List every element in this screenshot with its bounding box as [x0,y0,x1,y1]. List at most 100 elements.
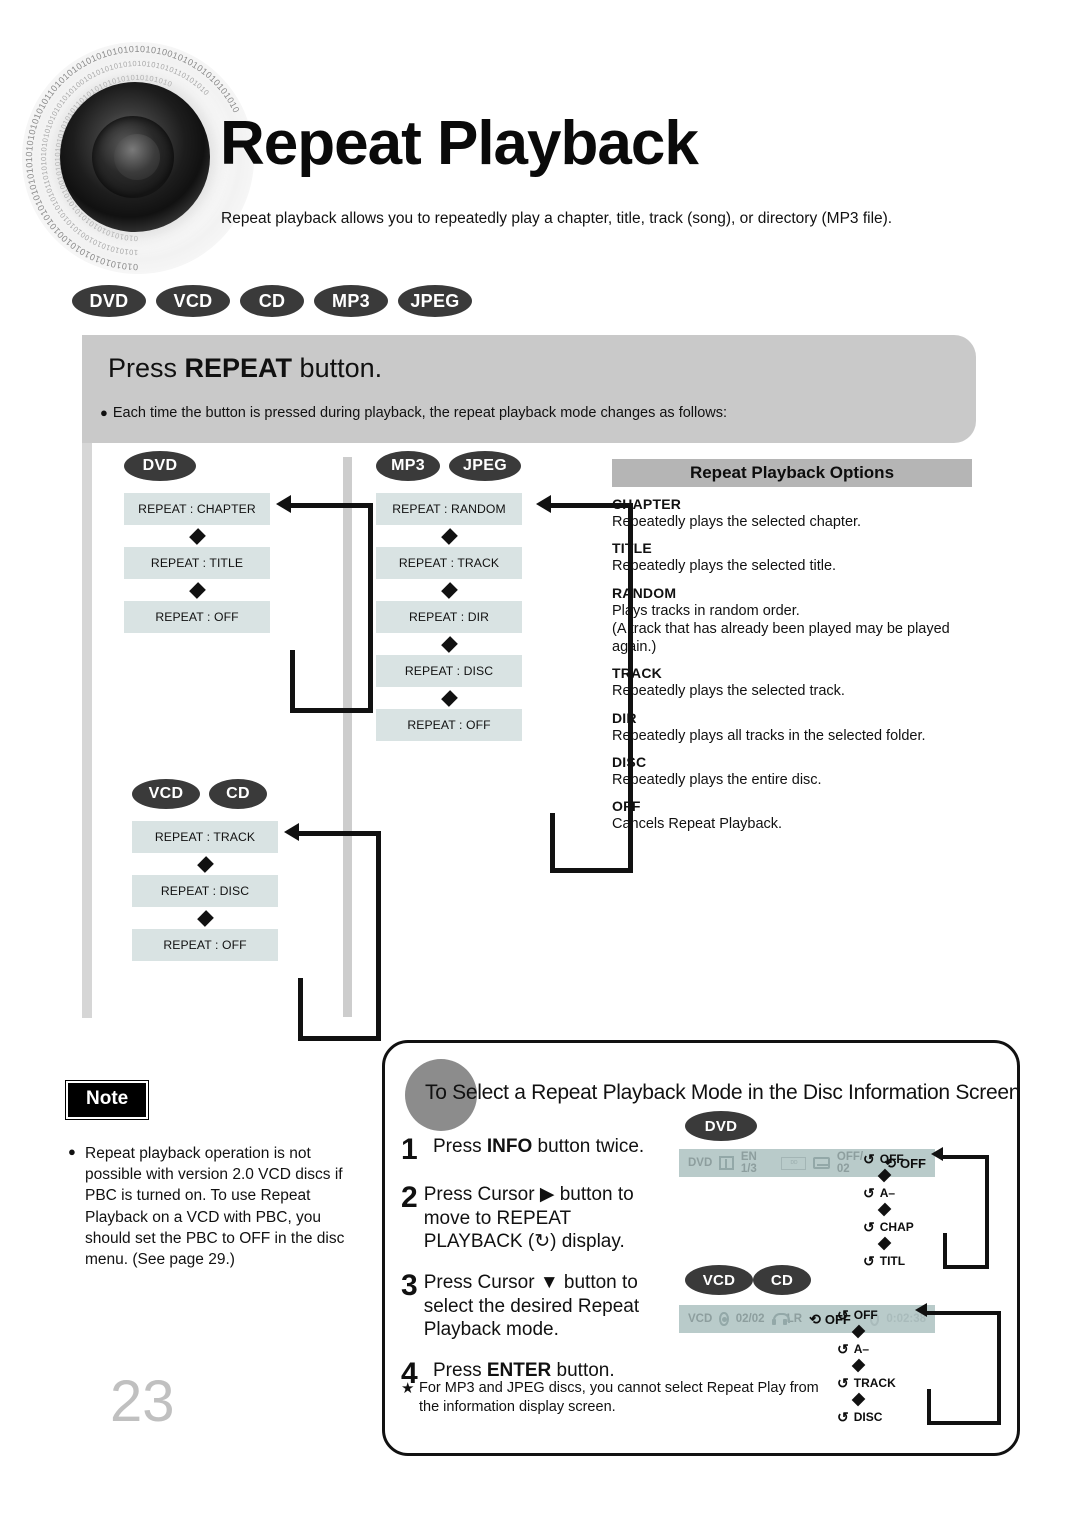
dvd-repeat-cycle: ↺ OFF ↺ A– ↺ CHAP ↺ TITL [863,1149,914,1270]
flow-step: REPEAT : DIR [376,601,522,633]
flow-mp3-jpeg-badges: MP3 JPEG [376,451,522,481]
flow-step: REPEAT : TRACK [376,547,522,579]
note-bullet-icon: ● [68,1144,76,1159]
media-badge-vcd: VCD [132,779,200,809]
instruction-bullet: ● Each time the button is pressed during … [100,405,727,421]
option-desc: Cancels Repeat Playback. [612,816,783,833]
subtitle-icon [813,1157,830,1169]
headphone-icon [771,1313,791,1325]
note-text: ● Repeat playback operation is not possi… [68,1143,368,1270]
option-term: OFF [612,798,641,815]
media-badge-cd: CD [209,779,267,809]
disc-info-screen-box: To Select a Repeat Playback Mode in the … [382,1040,1020,1456]
flow-step: REPEAT : CHAPTER [124,493,270,525]
option-desc: Repeatedly plays the selected chapter. [612,514,862,530]
camera-angle-icon [719,1156,734,1170]
option-term: CHAPTER [612,496,682,512]
flow-arrow-diamond-icon [132,907,278,929]
option-desc: Repeatedly plays all tracks in the selec… [612,727,926,744]
step-3-number: 3 [401,1269,418,1302]
osd-dvd-disc-type: DVD [688,1157,713,1169]
cycle-arrow-diamond-icon [837,1392,896,1407]
flow-step: REPEAT : DISC [132,875,278,907]
flow-dvd-steps: REPEAT : CHAPTER REPEAT : TITLE REPEAT : O… [124,493,270,633]
flow-step: REPEAT : RANDOM [376,493,522,525]
media-badge-row: DVD VCD CD MP3 JPEG [72,285,472,317]
page-title: Repeat Playback [220,109,699,178]
option-item: DIR Repeatedly plays all tracks in the se… [612,710,972,745]
option-item: TITLE Repeatedly plays the selected title… [612,540,972,575]
options-list: CHAPTER Repeatedly plays the selected cha… [612,496,972,833]
step-2: 2 Press Cursor ▶ button to move to REPEA… [401,1183,651,1254]
vcd-repeat-cycle: ↺ OFF ↺ A– ↺ TRACK ↺ DISC [837,1305,896,1426]
media-badge-cd: CD [240,285,304,317]
option-term: RANDOM [612,584,677,601]
option-desc: Plays tracks in random order. (A track th… [612,602,950,656]
media-badge-mp3: MP3 [314,285,388,317]
option-term: DIR [612,709,637,726]
instruction-bullet-text: Each time the button is pressed during p… [112,405,728,421]
option-item: RANDOM Plays tracks in random order. (A tr… [612,585,972,657]
repeat-cycle-item: ↺ OFF [837,1305,896,1324]
flow-dvd: DVD REPEAT : CHAPTER REPEAT : TITLE REPEAT… [124,451,270,633]
step-1-text: Press INFO button twice. [433,1136,645,1157]
repeat-cycle-label: DISC [853,1409,883,1424]
repeat-cycle-label: CHAP [879,1219,914,1234]
flow-step: REPEAT : TRACK [132,821,278,853]
repeat-icon: ↺ [837,1306,849,1323]
repeat-cycle-label: OFF [879,1151,904,1166]
cycle-arrow-diamond-icon [863,1202,914,1217]
vcd-osd-bar: VCD 02/02 LR ⟲ OFF 0:02:38 [679,1305,935,1333]
repeat-icon: ↺ [837,1374,849,1391]
option-desc: Repeatedly plays the entire disc. [612,771,822,788]
footnote-star-icon: ★ [401,1380,415,1397]
media-badge-jpeg: JPEG [449,451,521,481]
note-body: Repeat playback operation is not possibl… [85,1145,345,1269]
flow-diagram-area: DVD REPEAT : CHAPTER REPEAT : TITLE REPEAT… [82,443,976,1041]
flow-step: REPEAT : TITLE [124,547,270,579]
note-box: Note ● Repeat playback operation is not … [68,1083,368,1270]
footnote: ★ For MP3 and JPEG discs, you cannot sel… [401,1379,821,1417]
flow-mp3-jpeg-steps: REPEAT : RANDOM REPEAT : TRACK REPEAT : DI… [376,493,522,741]
repeat-icon: ↺ [863,1184,875,1201]
repeat-cycle-item: ↺ A– [863,1183,914,1202]
repeat-cycle-label: OFF [853,1307,878,1322]
dvd-screen-badges: DVD [685,1111,757,1141]
media-badge-vcd: VCD [685,1265,753,1295]
media-badge-mp3: MP3 [376,451,440,481]
cycle-arrow-diamond-icon [837,1324,896,1339]
column-divider [343,457,352,1017]
media-badge-jpeg: JPEG [398,285,472,317]
instruction-panel: Press REPEAT button. ● Each time the butt… [82,335,976,443]
repeat-options-panel: Repeat Playback Options CHAPTER Repeatedl… [612,459,972,833]
cycle-arrow-diamond-icon [863,1236,914,1251]
repeat-icon: ↺ [863,1218,875,1235]
flow-dvd-badges: DVD [124,451,270,481]
options-heading: Repeat Playback Options [612,459,972,487]
repeat-cycle-label: A– [879,1185,896,1200]
media-badge-cd: CD [753,1265,811,1295]
footnote-text: For MP3 and JPEG discs, you cannot selec… [419,1380,819,1415]
step-3: 3 Press Cursor ▼ button to select the de… [401,1271,651,1342]
flow-vcd-cd: VCD CD REPEAT : TRACK REPEAT : DISC REPEAT … [132,779,278,961]
repeat-icon: ↺ [837,1340,849,1357]
repeat-icon: ↺ [837,1408,849,1425]
page-subtitle: Repeat playback allows you to repeatedly… [221,210,893,227]
dolby-digital-icon: DD [781,1156,807,1170]
step-1-number: 1 [401,1133,418,1166]
flow-vcd-cd-badges: VCD CD [132,779,278,809]
media-badge-vcd: VCD [156,285,230,317]
disc-icon [719,1312,729,1326]
media-badge-dvd: DVD [685,1111,757,1141]
repeat-cycle-label: TITL [879,1253,906,1268]
option-term: TRACK [612,665,662,682]
repeat-cycle-item: ↺ CHAP [863,1217,914,1236]
osd-vcd-track: 02/02 [735,1313,765,1325]
instruction-title: Press REPEAT button. [108,353,382,384]
instruction-title-suffix: button. [292,353,383,383]
flow-step: REPEAT : OFF [124,601,270,633]
dotted-divider [580,459,587,959]
flow-vcd-cd-steps: REPEAT : TRACK REPEAT : DISC REPEAT : OFF [132,821,278,961]
repeat-cycle-item: ↺ DISC [837,1407,896,1426]
repeat-cycle-item: ↺ TRACK [837,1373,896,1392]
